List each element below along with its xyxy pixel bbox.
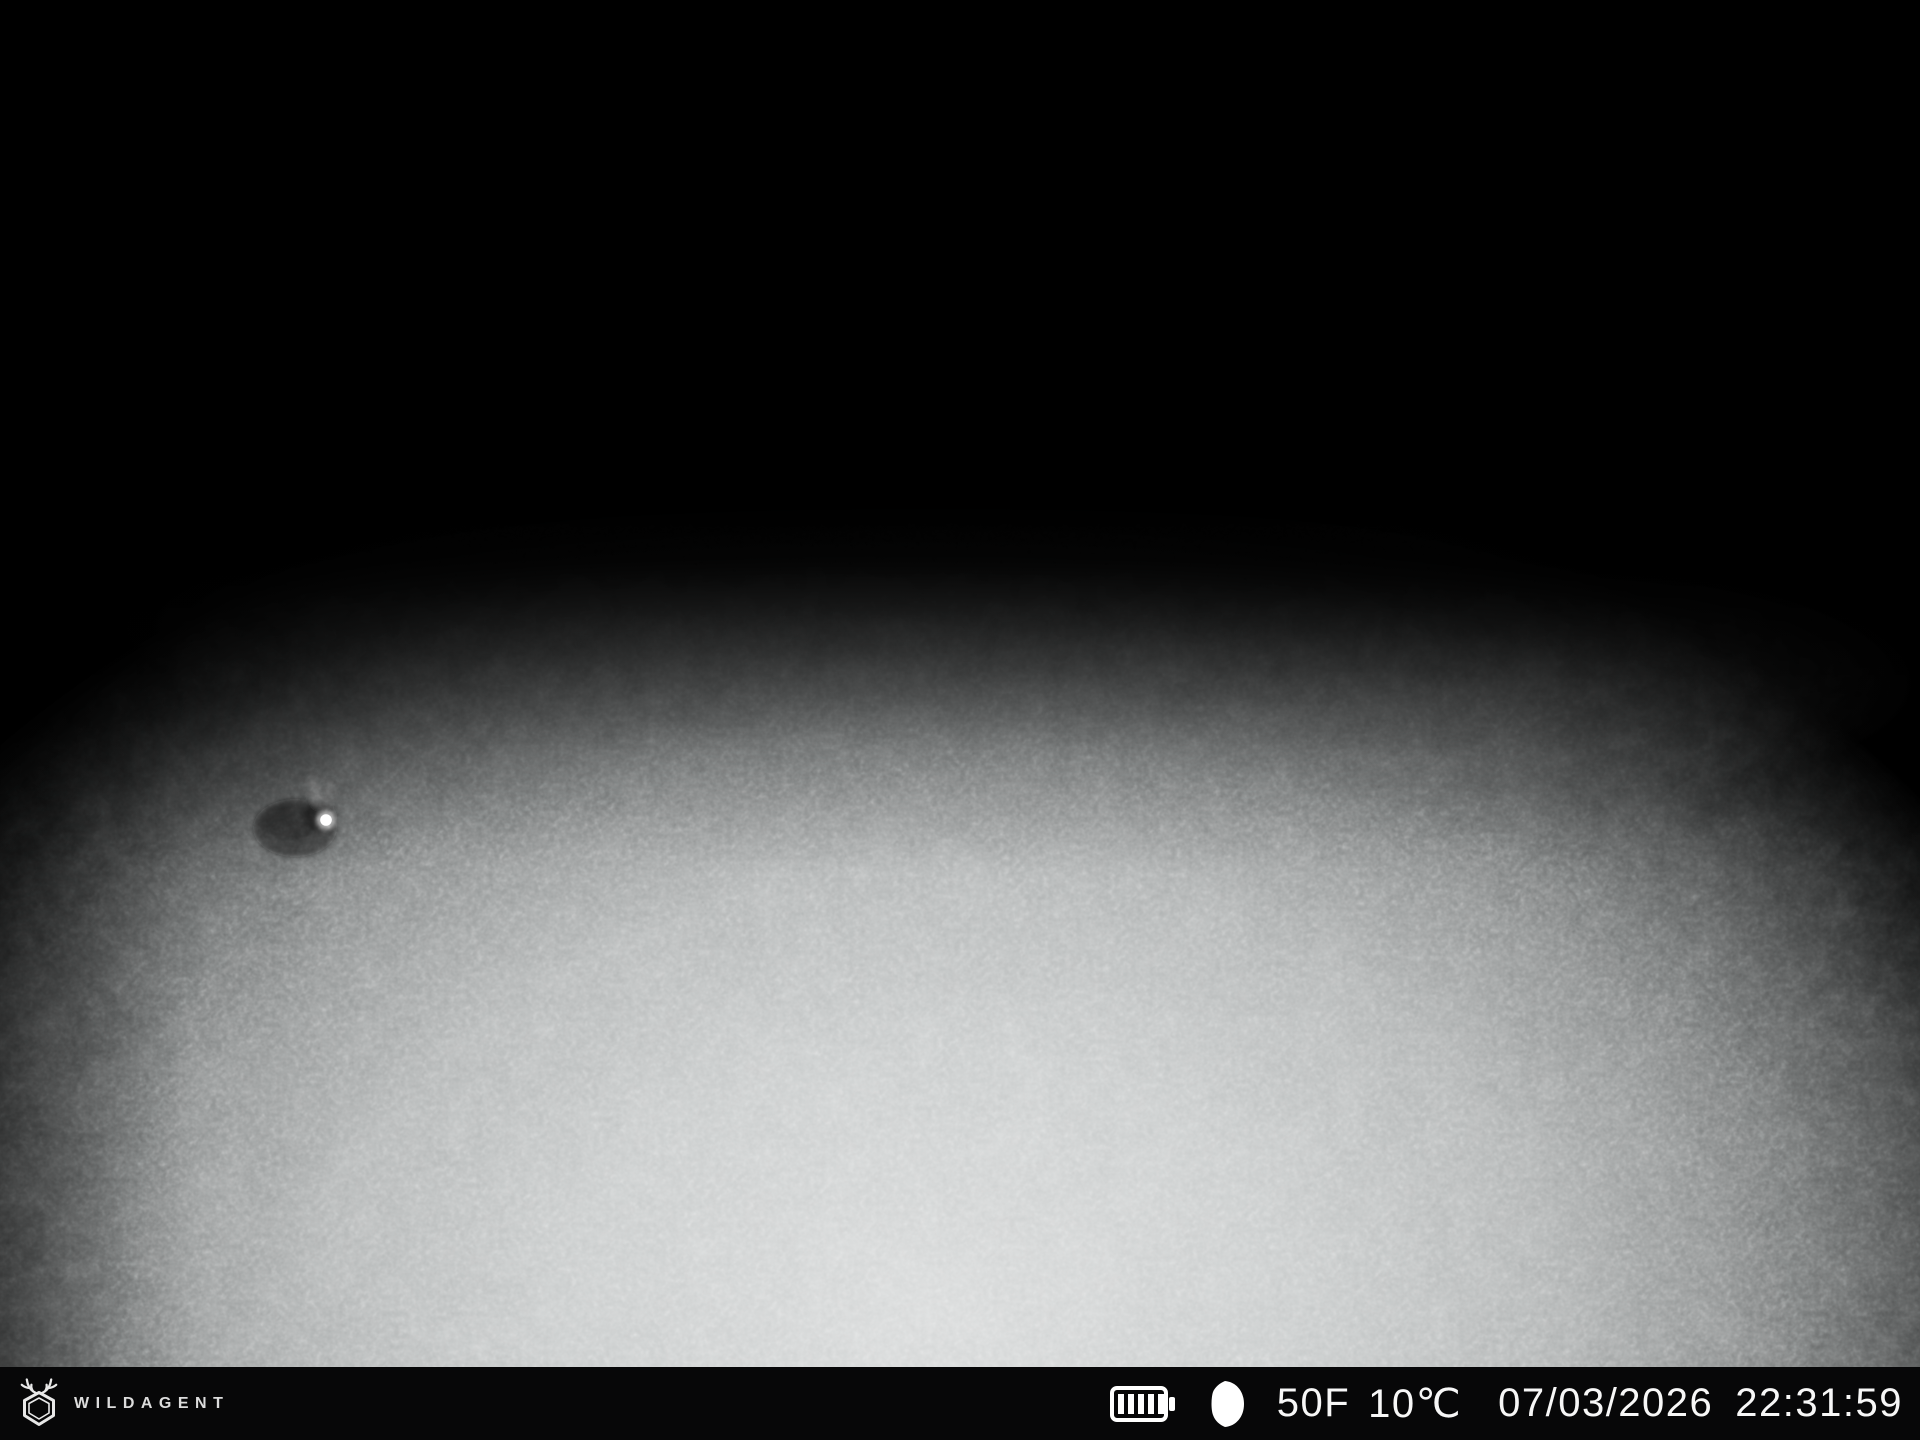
status-bar: WILDAGENT 50F 10℃ 0 — [0, 1367, 1920, 1440]
brand-name: WILDAGENT — [74, 1395, 229, 1413]
date-stamp: 07/03/2026 — [1498, 1381, 1713, 1426]
temperature-celsius: 10℃ — [1368, 1381, 1462, 1427]
status-readouts: 50F 10℃ 07/03/2026 22:31:59 — [1109, 1379, 1903, 1429]
trail-camera-screenshot: WILDAGENT 50F 10℃ 0 — [0, 0, 1920, 1440]
moon-phase-icon — [1201, 1379, 1247, 1429]
deer-antler-logo-icon — [16, 1378, 62, 1430]
sensor-grain-texture — [0, 0, 1920, 1367]
time-stamp: 22:31:59 — [1735, 1381, 1903, 1426]
temperature-fahrenheit: 50F — [1277, 1381, 1350, 1426]
battery-icon — [1109, 1385, 1175, 1423]
night-photo — [0, 0, 1920, 1367]
brand-logo: WILDAGENT — [16, 1378, 229, 1430]
